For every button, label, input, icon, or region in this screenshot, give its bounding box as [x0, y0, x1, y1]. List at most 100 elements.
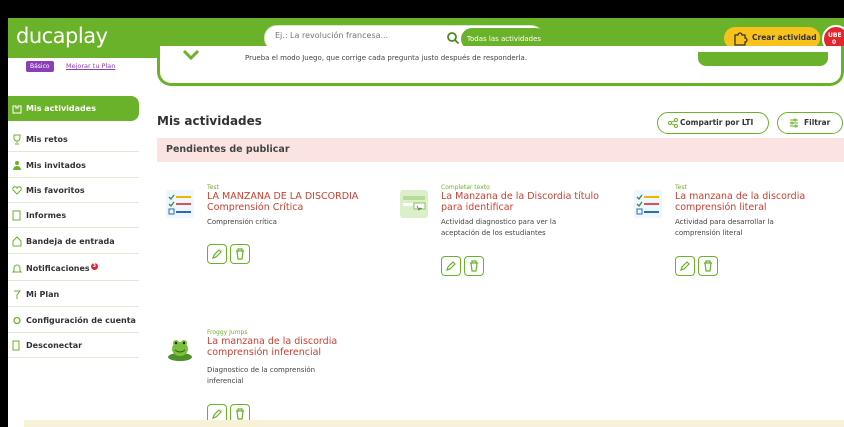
inbox-icon	[12, 236, 22, 247]
activity-description: Actividad para desarrollar la comprensión…	[675, 217, 815, 239]
puzzle-icon	[734, 32, 748, 46]
activity-description: Actividad diagnostico para ver la aceptac…	[441, 217, 581, 239]
game-mode-banner: Prueba el modo Juego, que corrige cada p…	[157, 46, 844, 86]
activity-card[interactable]: Completar texto La Manzana de la Discord…	[400, 184, 600, 284]
activity-title-line-2: comprensión literal	[675, 202, 767, 213]
arrow-icon	[182, 49, 200, 61]
sidebar-item-mi-plan[interactable]: Mi Plan	[8, 282, 139, 307]
sidebar-item-label: Desconectar	[26, 341, 83, 350]
logo[interactable]: ducaplay	[16, 24, 108, 48]
bottom-strip	[24, 420, 844, 427]
share-icon	[668, 118, 678, 128]
upgrade-plan-link[interactable]: Mejorar tu Plan	[66, 62, 115, 70]
activity-type: Test	[675, 184, 687, 191]
sidebar-item-label: Mis retos	[26, 135, 68, 144]
sidebar-item-label: Mis invitados	[26, 161, 86, 170]
activity-type: Test	[207, 184, 219, 191]
sidebar-item-informes[interactable]: Informes	[8, 203, 139, 228]
activity-description-line-2: aceptación de los estudiantes	[441, 229, 546, 237]
avatar-badge: 0	[832, 39, 837, 46]
trash-icon	[470, 260, 478, 272]
sidebar-item-label: Bandeja de entrada	[26, 237, 115, 246]
share-lti-button[interactable]: Compartir por LTI	[657, 112, 769, 134]
puzzle-icon	[12, 105, 22, 114]
sidebar-item-mis-invitados[interactable]: Mis invitados	[8, 153, 139, 178]
frog-icon	[168, 340, 192, 361]
activity-card[interactable]: Test LA MANZANA DE LA DISCORDIA Comprensi…	[166, 184, 366, 284]
edit-button[interactable]	[441, 256, 461, 276]
pencil-icon	[212, 249, 222, 259]
delete-button[interactable]	[698, 256, 718, 276]
banner-action-button[interactable]	[698, 52, 828, 66]
delete-button[interactable]	[464, 256, 484, 276]
sidebar-item-mis-retos[interactable]: Mis retos	[8, 127, 139, 152]
activity-title-line-1: La Manzana de la Discordia título	[441, 191, 599, 202]
report-icon	[12, 210, 21, 221]
pencil-icon	[212, 409, 222, 419]
sidebar-item-mis-actividades[interactable]: Mis actividades	[8, 96, 139, 121]
filter-label: Filtrar	[804, 118, 831, 127]
activity-title[interactable]: La Manzana de la Discordia título para id…	[441, 191, 601, 213]
activity-title-line-2: para identificar	[441, 202, 514, 213]
heart-icon	[12, 186, 22, 195]
activity-title-line-1: LA MANZANA DE LA DISCORDIA	[207, 191, 359, 202]
activity-description-line-2: comprensión literal	[675, 229, 743, 237]
activity-type: Completar texto	[441, 184, 490, 191]
trash-icon	[704, 260, 712, 272]
users-icon	[13, 161, 21, 170]
sidebar: Básico Mejorar tu Plan Mis actividades M…	[8, 58, 139, 427]
sidebar-item-label: Mis actividades	[26, 104, 96, 113]
pencil-icon	[680, 261, 690, 271]
bell-icon	[12, 264, 22, 273]
filter-button[interactable]: Filtrar	[777, 112, 843, 134]
delete-button[interactable]	[230, 244, 250, 264]
test-icon	[166, 190, 194, 218]
fill-text-icon	[400, 190, 428, 218]
page-title: Mis actividades	[157, 114, 262, 128]
create-activity-label: Crear actividad	[752, 33, 817, 42]
edit-button[interactable]	[207, 244, 227, 264]
activity-title[interactable]: La manzana de la discordia comprensión in…	[207, 336, 367, 358]
sidebar-item-mis-favoritos[interactable]: Mis favoritos	[8, 178, 139, 203]
activity-description-line-1: Actividad para desarrollar la	[675, 218, 774, 226]
activity-description: Diagnostico de la comprensión inferencial	[207, 365, 347, 387]
sidebar-item-desconectar[interactable]: Desconectar	[8, 333, 139, 358]
activity-card[interactable]: Froggy Jumps La manzana de la discordia c…	[166, 329, 366, 427]
trophy-icon	[13, 134, 21, 145]
section-title: Pendientes de publicar	[157, 138, 844, 162]
activity-card[interactable]: Test La manzana de la discordia comprensi…	[634, 184, 834, 284]
sidebar-item-notificaciones[interactable]: Notificaciones 3	[8, 256, 139, 281]
edit-button[interactable]	[675, 256, 695, 276]
activity-description-line-1: Comprensión crítica	[207, 218, 277, 226]
share-lti-label: Compartir por LTI	[680, 118, 754, 127]
plan-info: Básico Mejorar tu Plan	[8, 58, 139, 78]
sidebar-item-bandeja[interactable]: Bandeja de entrada	[8, 229, 139, 254]
activity-type: Froggy Jumps	[207, 329, 248, 336]
sidebar-item-label: Mis favoritos	[26, 186, 85, 195]
pencil-icon	[446, 261, 456, 271]
filter-icon	[790, 118, 798, 128]
activity-title-line-2: comprensión inferencial	[207, 347, 322, 358]
sidebar-item-label: Notificaciones	[26, 264, 90, 273]
activity-title[interactable]: La manzana de la discordia comprensión li…	[675, 191, 835, 213]
search-icon[interactable]	[446, 31, 460, 45]
activity-title-line-1: La manzana de la discordia	[675, 191, 806, 202]
banner-text: Prueba el modo Juego, que corrige cada p…	[245, 54, 528, 62]
sidebar-item-label: Configuración de cuenta	[26, 316, 136, 325]
activity-description-line-1: Actividad diagnostico para ver la	[441, 218, 557, 226]
sidebar-item-label: Informes	[26, 211, 67, 220]
test-icon	[634, 190, 662, 218]
activity-title-line-1: La manzana de la discordia	[207, 336, 338, 347]
activity-description-line-2: inferencial	[207, 377, 244, 385]
activity-title-line-2: Comprensión Crítica	[207, 202, 304, 213]
plan-icon	[14, 290, 21, 299]
notification-badge: 3	[90, 263, 98, 270]
sidebar-item-configuracion[interactable]: Configuración de cuenta	[8, 308, 139, 333]
activity-description: Comprensión crítica	[207, 217, 347, 228]
activity-title[interactable]: LA MANZANA DE LA DISCORDIA Comprensión Cr…	[207, 191, 367, 213]
plan-badge: Básico	[26, 61, 54, 72]
settings-icon	[13, 316, 21, 325]
trash-icon	[236, 408, 244, 420]
search-input[interactable]	[275, 31, 435, 40]
avatar-text: UBE	[828, 32, 842, 39]
